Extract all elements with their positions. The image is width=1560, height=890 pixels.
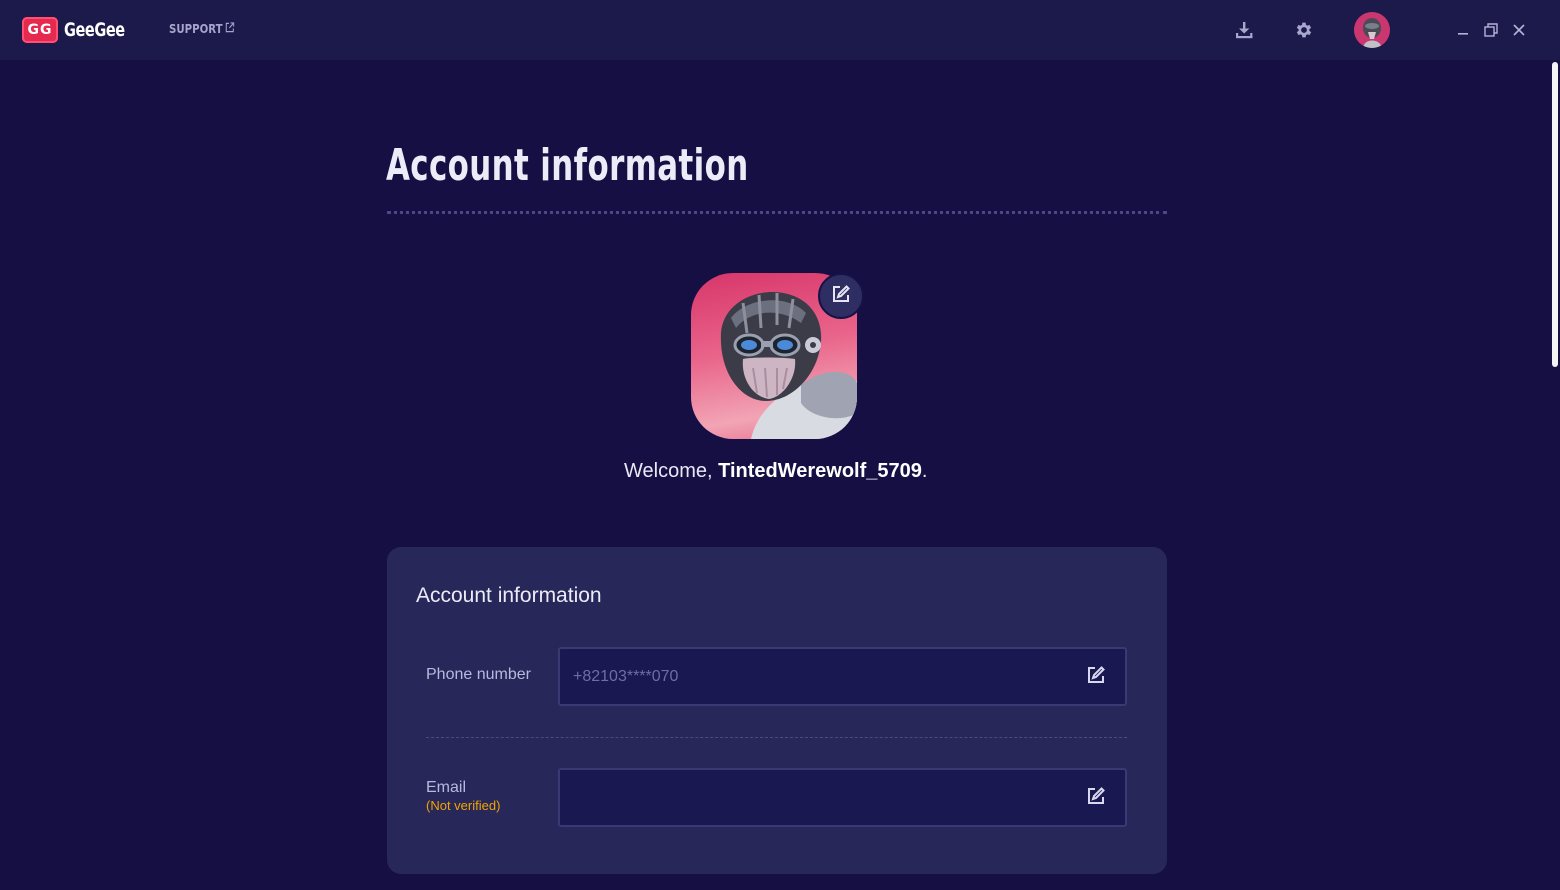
- email-status: (Not verified): [426, 798, 501, 813]
- avatar-edit-button[interactable]: [818, 273, 864, 319]
- email-field: [558, 768, 1127, 827]
- edit-icon: [831, 284, 851, 309]
- scrollbar-thumb[interactable]: [1552, 62, 1558, 367]
- account-info-card: Account information Phone number Email (…: [387, 547, 1167, 874]
- welcome-prefix: Welcome,: [624, 460, 719, 482]
- email-label: Email: [426, 779, 467, 796]
- edit-icon: [1086, 665, 1106, 690]
- close-icon[interactable]: [1508, 19, 1530, 41]
- phone-field: [558, 647, 1127, 706]
- title-bar: GG GeeGee SUPPORT: [0, 0, 1560, 60]
- logo-text: GeeGee: [64, 19, 125, 41]
- app-logo[interactable]: GG GeeGee: [22, 17, 135, 43]
- phone-label: Phone number: [426, 666, 531, 683]
- scrollbar[interactable]: [1550, 60, 1560, 890]
- welcome-suffix: .: [921, 460, 928, 482]
- card-title: Account information: [416, 584, 602, 607]
- page-title: Account information: [386, 140, 749, 191]
- email-input[interactable]: [571, 770, 1051, 825]
- user-avatar[interactable]: [1354, 12, 1390, 48]
- download-icon[interactable]: [1232, 18, 1256, 42]
- email-edit-button[interactable]: [1084, 786, 1108, 810]
- logo-mark: GG: [22, 17, 58, 43]
- field-divider: [426, 737, 1127, 738]
- restore-icon[interactable]: [1480, 19, 1502, 41]
- title-divider: [387, 211, 1167, 214]
- edit-icon: [1086, 786, 1106, 811]
- support-label: SUPPORT: [169, 22, 223, 36]
- gear-icon[interactable]: [1292, 18, 1316, 42]
- phone-input[interactable]: [571, 649, 1051, 704]
- support-link[interactable]: SUPPORT: [169, 22, 235, 36]
- username: TintedWerewolf_5709: [718, 460, 922, 482]
- minimize-icon[interactable]: [1452, 19, 1474, 41]
- phone-edit-button[interactable]: [1084, 665, 1108, 689]
- profile-avatar-container: [691, 273, 864, 440]
- external-link-icon: [225, 22, 235, 36]
- welcome-message: Welcome, TintedWerewolf_5709.: [624, 460, 927, 483]
